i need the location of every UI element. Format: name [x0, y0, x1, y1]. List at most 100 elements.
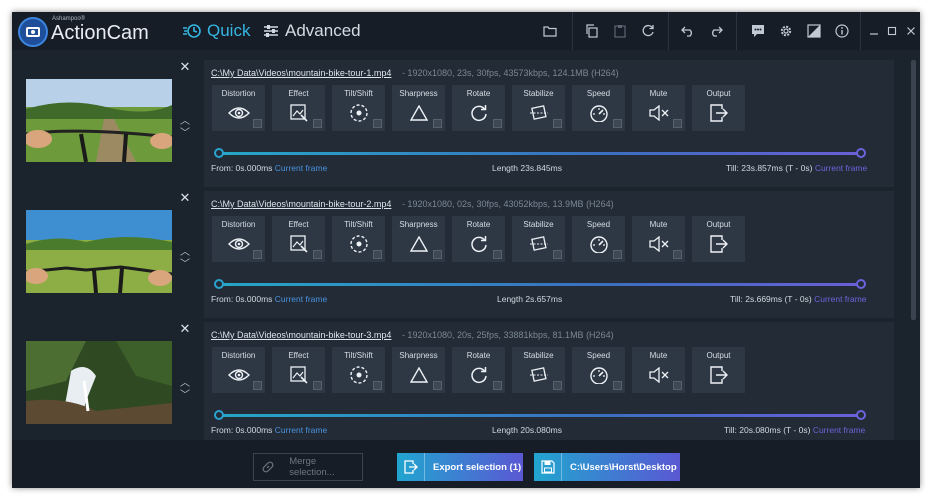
effect-stabilize-button[interactable]: Stabilize	[512, 347, 565, 393]
effect-tiltshift-button[interactable]: Tilt/Shift	[332, 347, 385, 393]
theme-icon[interactable]	[804, 21, 824, 41]
trim-end-handle[interactable]	[856, 279, 866, 289]
effect-stabilize-button[interactable]: Stabilize	[512, 216, 565, 262]
move-up-icon[interactable]: ︿	[178, 243, 192, 258]
clip-thumbnail[interactable]	[26, 79, 172, 162]
tiltshift-checkbox[interactable]	[373, 250, 382, 259]
trim-end-handle[interactable]	[856, 148, 866, 158]
rotate-checkbox[interactable]	[493, 119, 502, 128]
export-selection-button[interactable]: Export selection (1)	[397, 453, 523, 481]
effect-mute-button[interactable]: Mute	[632, 85, 685, 131]
file-path-link[interactable]: C:\My Data\Videos\mountain-bike-tour-3.m…	[211, 330, 391, 340]
effect-tiltshift-button[interactable]: Tilt/Shift	[332, 85, 385, 131]
tiltshift-checkbox[interactable]	[373, 381, 382, 390]
effect-speed-button[interactable]: Speed	[572, 216, 625, 262]
effect-mute-button[interactable]: Mute	[632, 347, 685, 393]
distortion-checkbox[interactable]	[253, 119, 262, 128]
settings-gear-icon[interactable]	[776, 21, 796, 41]
effect-rotate-button[interactable]: Rotate	[452, 347, 505, 393]
current-frame-start-link[interactable]: Current frame	[275, 425, 327, 435]
remove-clip-button[interactable]: ✕	[178, 322, 192, 336]
sharpness-checkbox[interactable]	[433, 119, 442, 128]
current-frame-start-link[interactable]: Current frame	[275, 163, 327, 173]
move-up-icon[interactable]: ︿	[178, 112, 192, 127]
effect-output-button[interactable]: Output	[692, 347, 745, 393]
trim-timeline[interactable]	[214, 410, 866, 420]
trim-start-handle[interactable]	[214, 410, 224, 420]
move-down-icon[interactable]: ﹀	[178, 255, 192, 270]
effect-sharpness-button[interactable]: Sharpness	[392, 85, 445, 131]
stabilize-checkbox[interactable]	[553, 119, 562, 128]
merge-selection-button[interactable]: Merge selection...	[253, 453, 363, 481]
effect-mute-button[interactable]: Mute	[632, 216, 685, 262]
distortion-checkbox[interactable]	[253, 381, 262, 390]
effect-rotate-button[interactable]: Rotate	[452, 85, 505, 131]
remove-clip-button[interactable]: ✕	[178, 191, 192, 205]
effect-effect-button[interactable]: Effect	[272, 347, 325, 393]
redo-icon[interactable]	[706, 21, 726, 41]
trim-timeline[interactable]	[214, 148, 866, 158]
sharpness-checkbox[interactable]	[433, 381, 442, 390]
effect-effect-button[interactable]: Effect	[272, 85, 325, 131]
effect-output-button[interactable]: Output	[692, 216, 745, 262]
trim-timeline[interactable]	[214, 279, 866, 289]
trim-end-handle[interactable]	[856, 410, 866, 420]
current-frame-end-link[interactable]: Current frame	[815, 163, 867, 173]
effect-output-button[interactable]: Output	[692, 85, 745, 131]
effect-distortion-button[interactable]: Distortion	[212, 347, 265, 393]
effect-speed-button[interactable]: Speed	[572, 347, 625, 393]
move-down-icon[interactable]: ﹀	[178, 386, 192, 401]
speed-checkbox[interactable]	[613, 119, 622, 128]
current-frame-start-link[interactable]: Current frame	[275, 294, 327, 304]
move-up-icon[interactable]: ︿	[178, 374, 192, 389]
output-folder-button[interactable]: C:\Users\Horst\Desktop	[534, 453, 680, 481]
mute-checkbox[interactable]	[673, 381, 682, 390]
rotate-checkbox[interactable]	[493, 381, 502, 390]
effect-effect-button[interactable]: Effect	[272, 216, 325, 262]
maximize-icon[interactable]	[882, 21, 902, 41]
vertical-scrollbar[interactable]	[911, 60, 916, 320]
reset-icon[interactable]	[638, 21, 658, 41]
effect-checkbox[interactable]	[313, 250, 322, 259]
trim-start-handle[interactable]	[214, 148, 224, 158]
mute-checkbox[interactable]	[673, 119, 682, 128]
rotate-checkbox[interactable]	[493, 250, 502, 259]
effect-sharpness-button[interactable]: Sharpness	[392, 347, 445, 393]
effect-speed-button[interactable]: Speed	[572, 85, 625, 131]
mode-advanced-tab[interactable]: Advanced	[263, 20, 361, 42]
trim-start-handle[interactable]	[214, 279, 224, 289]
effect-distortion-button[interactable]: Distortion	[212, 85, 265, 131]
effect-stabilize-button[interactable]: Stabilize	[512, 85, 565, 131]
mute-checkbox[interactable]	[673, 250, 682, 259]
info-icon[interactable]	[832, 21, 852, 41]
effect-sharpness-button[interactable]: Sharpness	[392, 216, 445, 262]
file-path-link[interactable]: C:\My Data\Videos\mountain-bike-tour-1.m…	[211, 68, 391, 78]
copy-icon[interactable]	[582, 21, 602, 41]
move-down-icon[interactable]: ﹀	[178, 124, 192, 139]
current-frame-end-link[interactable]: Current frame	[814, 294, 866, 304]
current-frame-end-link[interactable]: Current frame	[813, 425, 865, 435]
paste-icon[interactable]	[610, 21, 630, 41]
remove-clip-button[interactable]: ✕	[178, 60, 192, 74]
effect-checkbox[interactable]	[313, 381, 322, 390]
effect-tiltshift-button[interactable]: Tilt/Shift	[332, 216, 385, 262]
stabilize-checkbox[interactable]	[553, 250, 562, 259]
stabilize-checkbox[interactable]	[553, 381, 562, 390]
minimize-icon[interactable]	[864, 21, 884, 41]
tiltshift-checkbox[interactable]	[373, 119, 382, 128]
mode-quick-tab[interactable]: Quick	[182, 20, 250, 42]
sharpness-checkbox[interactable]	[433, 250, 442, 259]
undo-icon[interactable]	[678, 21, 698, 41]
speed-checkbox[interactable]	[613, 381, 622, 390]
clip-thumbnail[interactable]	[26, 341, 172, 424]
feedback-icon[interactable]	[748, 21, 768, 41]
open-folder-icon[interactable]	[540, 21, 560, 41]
speed-checkbox[interactable]	[613, 250, 622, 259]
close-window-icon[interactable]	[901, 21, 920, 41]
effect-rotate-button[interactable]: Rotate	[452, 216, 505, 262]
effect-distortion-button[interactable]: Distortion	[212, 216, 265, 262]
effect-checkbox[interactable]	[313, 119, 322, 128]
distortion-checkbox[interactable]	[253, 250, 262, 259]
file-path-link[interactable]: C:\My Data\Videos\mountain-bike-tour-2.m…	[211, 199, 391, 209]
clip-thumbnail[interactable]	[26, 210, 172, 293]
